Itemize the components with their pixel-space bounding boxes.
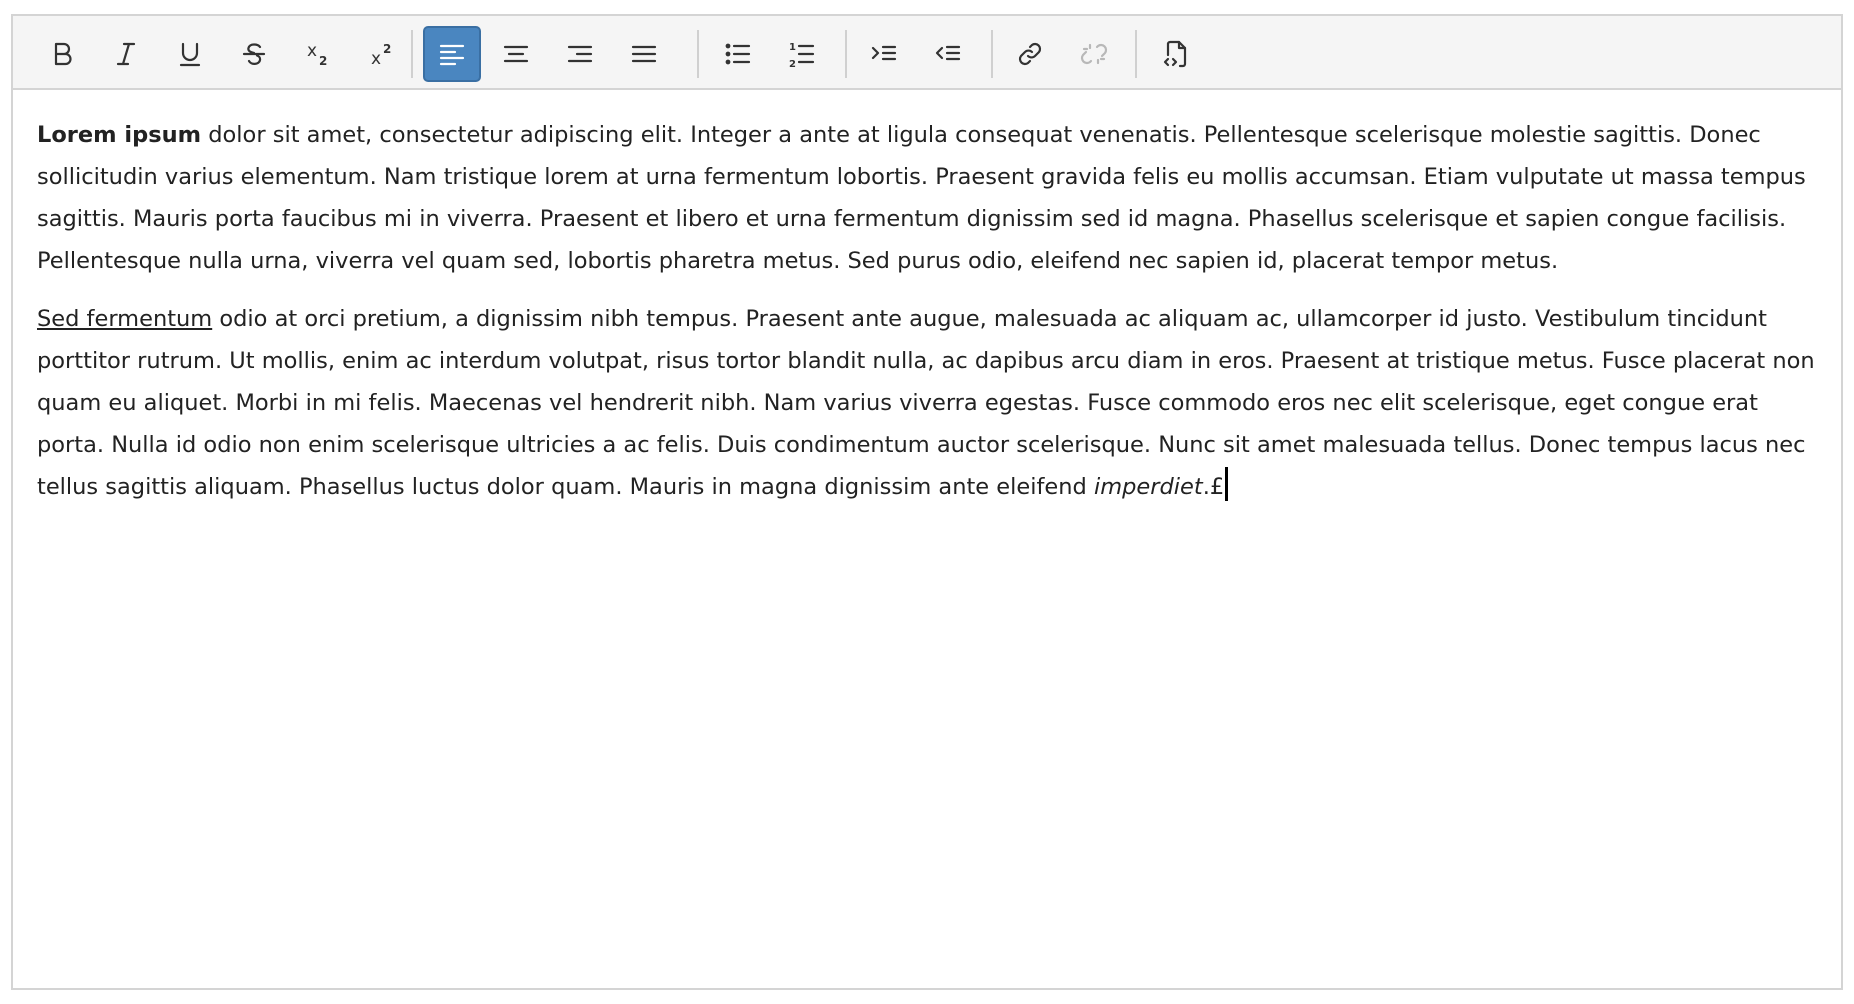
superscript-digit: 2: [383, 42, 391, 56]
strikethrough-icon: [242, 43, 266, 65]
outdent-button[interactable]: [919, 26, 977, 82]
align-left-icon: [439, 44, 465, 66]
superscript-icon: x 2: [371, 42, 391, 69]
strikethrough-button[interactable]: [225, 26, 283, 82]
underlined-text: Sed fermentum: [37, 306, 213, 332]
bold-text: Lorem ipsum: [37, 122, 202, 148]
underline-button[interactable]: [161, 26, 219, 82]
subscript-icon: x 2: [307, 41, 327, 68]
text-caret: [1225, 467, 1229, 501]
toolbar-separator: [697, 30, 699, 78]
align-right-button[interactable]: [551, 26, 609, 82]
list-number-2: 2: [789, 59, 796, 70]
toolbar-separator: [991, 30, 993, 78]
align-center-icon: [503, 45, 529, 63]
toolbar-separator: [1135, 30, 1137, 78]
indent-icon: [871, 45, 897, 61]
bullet-list-icon: [725, 43, 751, 65]
align-right-icon: [567, 45, 593, 63]
underline-icon: [179, 42, 201, 67]
bold-button[interactable]: [33, 26, 91, 82]
toolbar-separator: [411, 30, 413, 78]
indent-button[interactable]: [855, 26, 913, 82]
rich-text-editor: x 2 x 2 1 2 Lorem ipsum dolor sit amet, …: [11, 14, 1843, 990]
align-center-button[interactable]: [487, 26, 545, 82]
link-icon: [1018, 42, 1042, 66]
align-justify-icon: [631, 45, 657, 63]
paragraph-2-tail: .£: [1202, 474, 1225, 500]
subscript-x: x: [307, 41, 317, 61]
bold-icon: [54, 42, 72, 66]
paragraph-2-text: odio at orci pretium, a dignissim nibh t…: [37, 306, 1815, 500]
italic-text: imperdiet: [1093, 474, 1203, 500]
list-number-1: 1: [789, 42, 796, 53]
subscript-digit: 2: [319, 54, 327, 68]
superscript-x: x: [371, 49, 381, 69]
editor-content-area[interactable]: Lorem ipsum dolor sit amet, consectetur …: [37, 114, 1827, 524]
source-code-button[interactable]: [1147, 26, 1205, 82]
italic-icon: [116, 42, 136, 66]
align-left-button[interactable]: [423, 26, 481, 82]
italic-button[interactable]: [97, 26, 155, 82]
link-button[interactable]: [1001, 26, 1059, 82]
bullet-list-button[interactable]: [709, 26, 767, 82]
editor-toolbar: x 2 x 2 1 2: [13, 16, 1841, 90]
numbered-list-button[interactable]: 1 2: [773, 26, 831, 82]
subscript-button[interactable]: x 2: [289, 26, 347, 82]
toolbar-separator: [845, 30, 847, 78]
paragraph-1: Lorem ipsum dolor sit amet, consectetur …: [37, 114, 1827, 282]
unlink-icon: [1080, 43, 1108, 65]
unlink-button[interactable]: [1065, 26, 1123, 82]
superscript-button[interactable]: x 2: [353, 26, 411, 82]
numbered-list-icon: 1 2: [789, 42, 815, 70]
outdent-icon: [935, 45, 961, 61]
align-justify-button[interactable]: [615, 26, 673, 82]
paragraph-1-text: dolor sit amet, consectetur adipiscing e…: [37, 122, 1806, 274]
file-code-icon: [1163, 40, 1187, 68]
paragraph-2: Sed fermentum odio at orci pretium, a di…: [37, 298, 1827, 508]
